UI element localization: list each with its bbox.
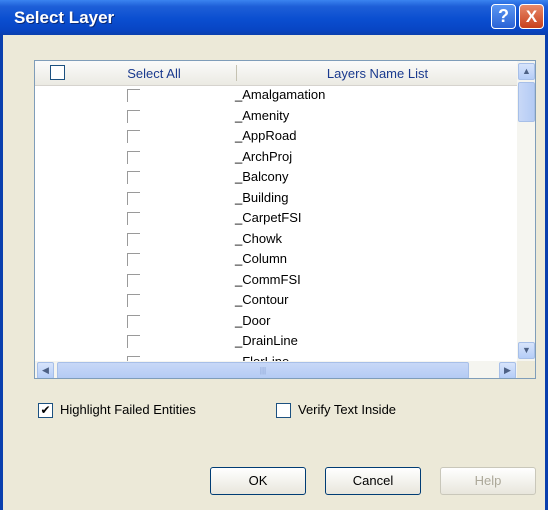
scroll-right-icon[interactable]: ▶ [499, 362, 516, 378]
layer-name: _CommFSI [235, 271, 301, 287]
layer-name: _Amenity [235, 107, 290, 123]
horizontal-scrollbar[interactable]: ◀ ||| ▶ [35, 361, 517, 378]
vertical-scrollbar[interactable]: ▲ ▼ [517, 61, 535, 361]
layer-name: _Building [235, 189, 289, 205]
list-item[interactable]: _FlorLine [35, 352, 517, 362]
list-item[interactable]: _ArchProj [35, 147, 517, 168]
layer-name: _AppRoad [235, 128, 297, 143]
list-item[interactable]: _Door [35, 311, 517, 332]
select-all-column-header[interactable]: Select All [75, 66, 233, 81]
layer-checkbox[interactable] [127, 89, 140, 102]
list-item[interactable]: _CommFSI [35, 270, 517, 291]
scroll-up-icon[interactable]: ▲ [518, 63, 535, 80]
column-separator[interactable] [236, 65, 237, 81]
layer-name: _Door [235, 312, 271, 328]
layer-checkbox[interactable] [127, 314, 140, 328]
list-item[interactable]: _Building [35, 188, 517, 209]
help-button: Help [440, 467, 536, 495]
scrollbar-corner [517, 361, 535, 378]
list-item[interactable]: _Contour [35, 290, 517, 311]
layer-checkbox[interactable] [127, 191, 140, 205]
layer-name: _Column [235, 251, 288, 266]
list-item[interactable]: _Column [35, 249, 517, 270]
list-item[interactable]: _Amenity [35, 106, 517, 127]
list-item[interactable]: _AppRoad [35, 126, 517, 147]
layer-checkbox[interactable] [127, 171, 140, 184]
highlight-failed-checkbox[interactable]: ✔ [38, 403, 53, 418]
layer-name: _Balcony [235, 169, 289, 184]
title-bar: Select Layer ? X [0, 0, 548, 35]
list-item[interactable]: _Amalgamation [35, 85, 517, 106]
layer-checkbox[interactable] [127, 273, 140, 287]
cancel-button[interactable]: Cancel [325, 467, 421, 495]
layer-name: _DrainLine [235, 333, 298, 348]
layer-list[interactable]: Select All Layers Name List _Amalgamatio… [34, 60, 536, 379]
layer-checkbox[interactable] [127, 335, 140, 348]
layer-checkbox[interactable] [127, 130, 140, 143]
layer-checkbox[interactable] [127, 232, 140, 246]
ok-button[interactable]: OK [210, 467, 306, 495]
layer-checkbox[interactable] [127, 109, 140, 123]
highlight-failed-label[interactable]: Highlight Failed Entities [60, 402, 196, 417]
layer-name: _ArchProj [235, 148, 293, 164]
list-item[interactable]: _Balcony [35, 167, 517, 188]
window-title: Select Layer [14, 8, 115, 27]
highlight-failed-option[interactable]: ✔ Highlight Failed Entities [38, 402, 258, 420]
scroll-down-icon[interactable]: ▼ [518, 342, 535, 359]
layer-checkbox[interactable] [127, 294, 140, 307]
close-button[interactable]: X [519, 4, 544, 29]
layer-name: _Contour [235, 292, 289, 307]
layer-name: _CarpetFSI [235, 210, 302, 225]
list-rows: _Amalgamation _Amenity _AppRoad _ArchProj _B… [35, 85, 517, 361]
vertical-scroll-thumb[interactable] [518, 82, 535, 122]
select-all-checkbox[interactable] [50, 65, 65, 80]
verify-text-checkbox[interactable] [276, 403, 291, 418]
list-item[interactable]: _CarpetFSI [35, 208, 517, 229]
verify-text-label[interactable]: Verify Text Inside [298, 402, 396, 417]
horizontal-scroll-thumb[interactable]: ||| [57, 362, 469, 378]
layer-checkbox[interactable] [127, 253, 140, 266]
scroll-left-icon[interactable]: ◀ [37, 362, 54, 378]
verify-text-option[interactable]: Verify Text Inside [276, 402, 456, 420]
layer-name: _Chowk [235, 230, 282, 246]
layer-name: _Amalgamation [235, 87, 326, 102]
layer-checkbox[interactable] [127, 150, 140, 164]
list-item[interactable]: _DrainLine [35, 331, 517, 352]
layers-name-column-header[interactable]: Layers Name List [238, 66, 517, 81]
list-item[interactable]: _Chowk [35, 229, 517, 250]
help-title-button[interactable]: ? [491, 4, 516, 29]
layer-name: _FlorLine [235, 353, 290, 362]
list-header: Select All Layers Name List [35, 61, 517, 86]
layer-checkbox[interactable] [127, 212, 140, 225]
